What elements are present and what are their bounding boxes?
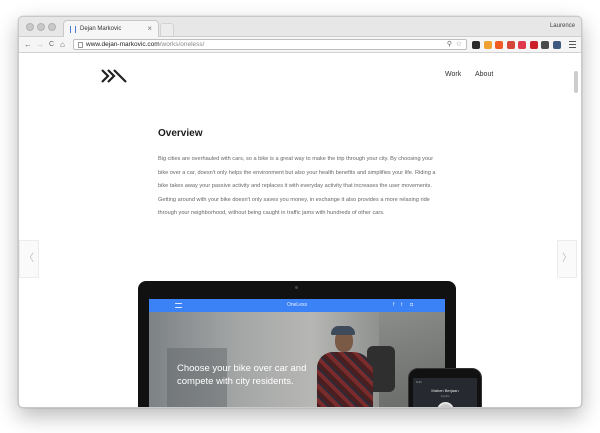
phone-avatar (437, 402, 454, 407)
tab-close-icon[interactable]: × (147, 24, 152, 33)
overview-heading: Overview (158, 128, 203, 139)
back-arrow-icon[interactable]: ← (24, 40, 32, 49)
reload-icon[interactable]: C (49, 40, 54, 49)
site-favicon-icon (70, 26, 76, 33)
hero-image: Choose your bike over car and compete wi… (149, 312, 445, 407)
site-logo-icon[interactable] (101, 69, 127, 83)
tab-bar: Dejan Markovic × Laurence (19, 17, 581, 37)
address-bar[interactable]: www.dejan-markovic.com/works/oneless/ ⚲ … (73, 39, 467, 50)
tab-title: Dejan Markovic (80, 26, 122, 32)
camera-dot (295, 286, 298, 289)
url-host: www.dejan-markovic.com (86, 41, 160, 48)
extension-icon[interactable] (506, 41, 515, 49)
phone-profile-name: Mahen Berjaan (431, 388, 459, 393)
profile-name[interactable]: Laurence (550, 23, 575, 29)
pinterest-icon[interactable] (529, 41, 538, 49)
extension-icon[interactable] (552, 41, 561, 49)
evernote-icon[interactable] (541, 41, 549, 49)
url-text: www.dejan-markovic.com/works/oneless/ (86, 40, 204, 50)
phone-screen: 9:41 Mahen Berjaan Cyclist (413, 378, 477, 407)
search-icon[interactable]: ⚲ (447, 40, 452, 50)
pocket-icon[interactable] (518, 41, 526, 49)
zoom-window-button[interactable] (48, 23, 56, 31)
laptop-screen: OneLess f t ◘ Choose your bike over car … (149, 299, 445, 407)
browser-toolbar: ← → C ⌂ www.dejan-markovic.com/works/one… (19, 37, 581, 53)
previous-project-button[interactable]: 〈 (19, 240, 39, 278)
bookmark-star-icon[interactable]: ☆ (456, 40, 462, 50)
phone-status-time: 9:41 (416, 380, 422, 384)
app-header-bar: OneLess f t ◘ (149, 299, 445, 312)
instagram-icon: ◘ (410, 302, 414, 308)
close-window-button[interactable] (26, 23, 34, 31)
buffer-icon[interactable] (472, 41, 480, 49)
scrollbar-thumb[interactable] (574, 71, 578, 93)
forward-arrow-icon[interactable]: → (36, 40, 44, 49)
page-icon (78, 42, 83, 48)
hero-headline: Choose your bike over car and compete wi… (177, 363, 307, 387)
browser-window: Dejan Markovic × Laurence ← → C ⌂ www.de… (18, 16, 582, 408)
nav-about-link[interactable]: About (475, 71, 493, 78)
home-icon[interactable]: ⌂ (60, 40, 65, 49)
web-page: Work About Overview Big cities are overh… (19, 54, 581, 407)
cyclist-cap (331, 326, 355, 335)
extension-icon[interactable] (483, 41, 492, 49)
facebook-icon: f (393, 302, 395, 308)
url-path: /works/oneless/ (159, 41, 205, 48)
phone-profile-subtitle: Cyclist (440, 394, 450, 398)
phone-mockup: 9:41 Mahen Berjaan Cyclist (408, 368, 482, 407)
twitter-icon: t (401, 302, 403, 308)
menu-icon[interactable] (569, 41, 576, 48)
new-tab-button[interactable] (160, 23, 174, 36)
extension-icon[interactable] (495, 41, 503, 49)
overview-paragraph: Big cities are overhauled with cars, so … (158, 156, 436, 217)
minimize-window-button[interactable] (37, 23, 45, 31)
next-project-button[interactable]: 〉 (557, 240, 577, 278)
tab-dejan-markovic[interactable]: Dejan Markovic × (63, 20, 159, 37)
nav-work-link[interactable]: Work (445, 71, 461, 78)
